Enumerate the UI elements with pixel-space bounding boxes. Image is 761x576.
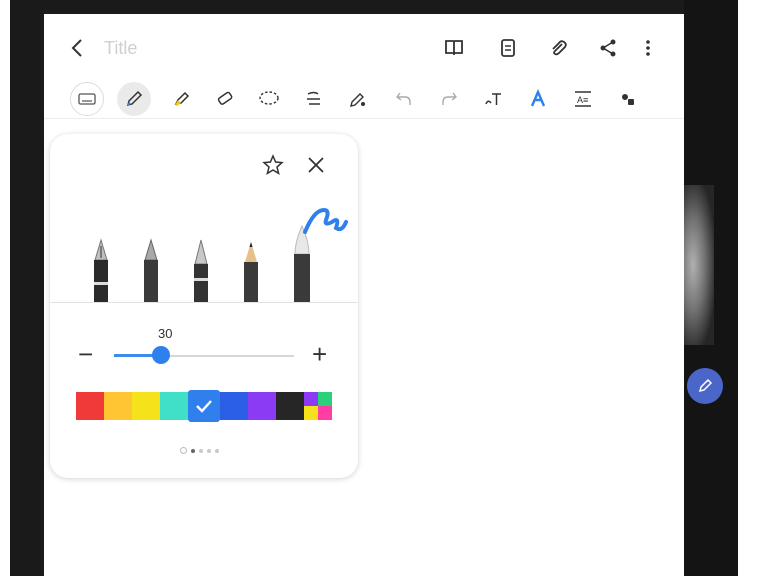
device-frame-left: [10, 0, 44, 576]
redo-icon: [442, 92, 457, 105]
device-edge: [738, 0, 761, 576]
pencil-icon: [244, 242, 258, 302]
text-style-icon: [530, 89, 546, 107]
status-bar: [44, 0, 684, 14]
page-dot[interactable]: [215, 448, 219, 453]
pen-settings-panel: 30 − +: [50, 134, 358, 478]
keyboard-icon: [78, 93, 96, 105]
text-tool[interactable]: [476, 82, 510, 116]
size-slider-thumb[interactable]: [151, 346, 170, 364]
note-title-input[interactable]: Title: [104, 38, 137, 59]
lasso-tool[interactable]: [252, 82, 286, 116]
color-swatch[interactable]: [76, 392, 104, 420]
color-swatch[interactable]: [248, 392, 276, 420]
brush-stroke-preview: [303, 207, 348, 234]
selected-check-icon: [196, 400, 212, 413]
pen-size-value: 30: [158, 326, 173, 341]
star-icon: [262, 154, 284, 175]
note-canvas[interactable]: Title A≡ 30 − +: [44, 14, 684, 576]
share-icon[interactable]: [596, 36, 620, 60]
palette-page-indicator: [180, 447, 219, 454]
pen-settings-icon: [350, 93, 365, 107]
page-dot[interactable]: [199, 448, 203, 453]
color-swatch[interactable]: [104, 392, 132, 420]
calligraphy-pen-icon: [144, 238, 158, 302]
lasso-icon: [259, 91, 279, 105]
color-swatch[interactable]: [220, 392, 248, 420]
pen-settings-tool[interactable]: [341, 82, 375, 116]
align-icon: [307, 91, 320, 105]
text-style-tool[interactable]: [521, 82, 555, 116]
back-button[interactable]: [68, 36, 88, 60]
fountain-pen[interactable]: [92, 238, 110, 302]
text-box-tool[interactable]: A≡: [566, 82, 600, 116]
book-icon[interactable]: [442, 36, 466, 60]
close-button[interactable]: [306, 155, 326, 175]
color-swatch[interactable]: [188, 390, 220, 422]
page-icon[interactable]: [496, 36, 520, 60]
highlighter-tool[interactable]: [164, 82, 198, 116]
text-box-icon: A≡: [575, 91, 591, 107]
color-swatch[interactable]: [160, 392, 188, 420]
eraser-icon: [217, 91, 233, 105]
more-icon[interactable]: [636, 36, 660, 60]
undo-button[interactable]: [387, 82, 421, 116]
shapes-tool[interactable]: [611, 82, 645, 116]
keyboard-tool[interactable]: [70, 82, 104, 116]
color-swatch[interactable]: [276, 392, 304, 420]
pencil[interactable]: [242, 238, 260, 302]
page-dot[interactable]: [180, 447, 187, 454]
shapes-icon: [622, 94, 634, 105]
floating-pen-button[interactable]: [687, 368, 723, 404]
highlighter-icon: [174, 91, 190, 106]
decrease-size-button[interactable]: −: [78, 340, 93, 368]
fountain-pen-icon: [94, 238, 108, 302]
page-dot[interactable]: [207, 448, 211, 453]
pen-icon: [126, 90, 143, 107]
attach-icon[interactable]: [546, 36, 570, 60]
color-palette: [76, 390, 332, 422]
ballpoint-pen[interactable]: [192, 238, 210, 302]
calligraphy-pen[interactable]: [142, 238, 160, 302]
color-swatch[interactable]: [132, 392, 160, 420]
page-dot[interactable]: [191, 448, 195, 453]
text-icon: [485, 93, 501, 105]
toolbar-divider: [44, 118, 684, 119]
back-arrow-icon: [71, 39, 82, 57]
align-tool[interactable]: [297, 82, 331, 116]
background-photo: [684, 185, 714, 345]
color-swatch-multicolor[interactable]: [304, 392, 332, 420]
favorite-button[interactable]: [262, 154, 284, 176]
redo-button[interactable]: [432, 82, 466, 116]
undo-icon: [396, 92, 411, 105]
close-icon: [308, 157, 324, 173]
svg-text:A≡: A≡: [577, 95, 588, 105]
panel-divider: [50, 302, 358, 303]
pen-tool[interactable]: [117, 82, 151, 116]
ballpoint-pen-icon: [194, 239, 208, 302]
eraser-tool[interactable]: [208, 82, 242, 116]
increase-size-button[interactable]: +: [312, 340, 327, 368]
pen-icon: [698, 378, 713, 393]
